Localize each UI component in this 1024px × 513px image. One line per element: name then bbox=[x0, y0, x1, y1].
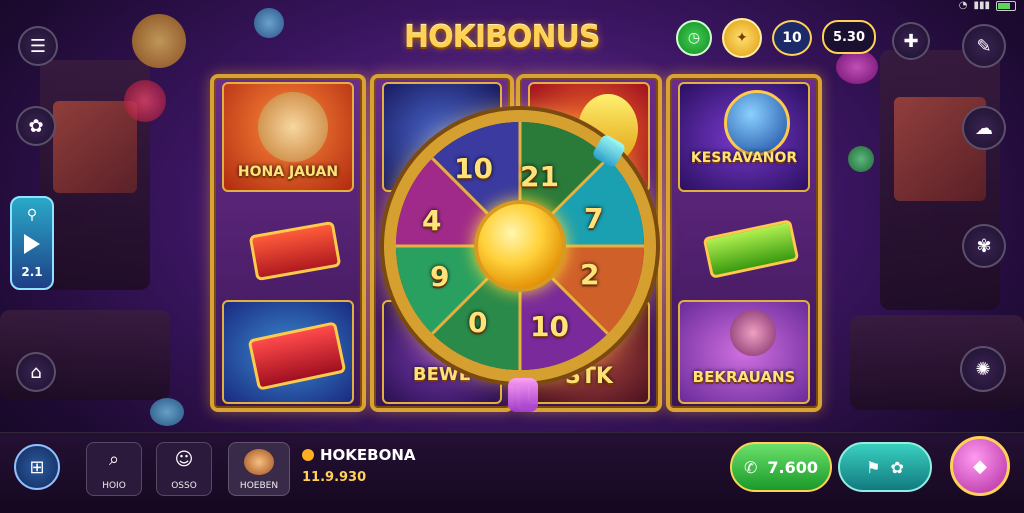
apps-button[interactable]: ✚ bbox=[892, 22, 930, 60]
bokeh-orb bbox=[254, 8, 284, 38]
balance-value: 5.30 bbox=[832, 29, 866, 45]
battery-icon bbox=[996, 0, 1016, 11]
level-value: 10 bbox=[782, 30, 802, 46]
chat-icon: ☁ bbox=[975, 117, 993, 139]
symbol-label: KESRAVANOR bbox=[690, 150, 798, 166]
reel-1: HONA JAUAN bbox=[210, 74, 366, 412]
coin-chip[interactable]: ✦ bbox=[722, 18, 762, 58]
arcade-machine-right bbox=[880, 50, 1000, 310]
options-button[interactable]: ✾ bbox=[962, 224, 1006, 268]
hamster-avatar-icon bbox=[244, 449, 274, 475]
status-bar: ◔ ▮▮▮ bbox=[959, 0, 1016, 11]
bottom-slot-3[interactable]: HOEBEN bbox=[228, 442, 290, 496]
spin-button[interactable]: ◆ bbox=[950, 436, 1010, 496]
player-info: HOKEBONA 11.9.930 bbox=[302, 446, 416, 485]
slot-label: HOEBEN bbox=[239, 481, 279, 491]
wheel-segment-label: 9 bbox=[430, 260, 450, 293]
win-button[interactable]: ✆ 7.600 bbox=[730, 442, 832, 492]
info-icon: ⚲ bbox=[26, 207, 38, 224]
symbol-hamster[interactable]: HONA JAUAN bbox=[222, 82, 354, 192]
grid-icon: ✚ bbox=[903, 30, 919, 52]
bokeh-orb bbox=[836, 50, 878, 84]
chat-bubble-icon: ✆ bbox=[743, 457, 758, 477]
wheel-segment-label: 0 bbox=[468, 306, 488, 339]
symbol-label: HONA JAUAN bbox=[237, 164, 339, 180]
coin-icon: ✦ bbox=[736, 30, 748, 46]
bokeh-orb bbox=[150, 398, 184, 426]
bottom-slot-2[interactable]: ☺ OSSO bbox=[156, 442, 212, 496]
symbol-wizard[interactable]: BEKRAUANS bbox=[678, 300, 810, 404]
gem-icon bbox=[508, 378, 538, 412]
symbol-label: BEKRAUANS bbox=[692, 368, 796, 386]
gear-icon: ✿ bbox=[28, 115, 44, 137]
search-icon: ⌕ bbox=[108, 449, 120, 470]
hamster-face bbox=[258, 92, 328, 162]
slot-label: OSSO bbox=[171, 481, 197, 491]
bottom-slot-1[interactable]: ⌕ HOIO bbox=[86, 442, 142, 496]
player-score: 11.9.930 bbox=[302, 470, 367, 485]
timer-chip[interactable]: ◷ bbox=[676, 20, 712, 56]
splash-icon: ✺ bbox=[975, 358, 991, 380]
play-icon bbox=[24, 233, 40, 254]
wheel-segment-label: 4 bbox=[422, 204, 442, 237]
autoplay-value: 2.1 bbox=[21, 264, 43, 279]
pencil-icon: ✎ bbox=[976, 35, 992, 57]
wizard-face bbox=[730, 310, 776, 356]
wheel-segment-label: 7 bbox=[584, 202, 604, 235]
bokeh-orb bbox=[124, 80, 166, 122]
win-amount: 7.600 bbox=[767, 457, 818, 477]
grid-icon: ⊞ bbox=[29, 456, 45, 478]
wheel-segment-label: 2 bbox=[580, 258, 600, 291]
symbol-ticket-red[interactable] bbox=[222, 200, 354, 292]
menu-icon: ☰ bbox=[29, 35, 47, 57]
flag-icon: ⚑ bbox=[866, 457, 881, 477]
balance-chip[interactable]: 5.30 bbox=[822, 20, 876, 54]
settings-button[interactable]: ✿ bbox=[16, 106, 56, 146]
autoplay-button[interactable]: ⚲ 2.1 bbox=[10, 196, 54, 290]
symbol-ticket-green[interactable] bbox=[678, 200, 810, 292]
coin-icon bbox=[302, 449, 314, 461]
mascot-icon: ☺ bbox=[174, 449, 194, 470]
reel-4: KESRAVANOR BEKRAUANS bbox=[666, 74, 822, 412]
game-logo: HOKIBONUS bbox=[404, 20, 600, 55]
menu-button[interactable]: ☰ bbox=[18, 26, 58, 66]
wheel-segment-label: 10 bbox=[454, 152, 493, 185]
bokeh-orb bbox=[132, 14, 186, 68]
edit-button[interactable]: ✎ bbox=[962, 24, 1006, 68]
gem-icon: ◆ bbox=[973, 455, 987, 477]
home-button[interactable]: ⌂ bbox=[16, 352, 56, 392]
actions-button[interactable]: ⚑ ✿ bbox=[838, 442, 932, 492]
flower-icon: ✾ bbox=[976, 235, 992, 257]
envelope-icon bbox=[247, 321, 347, 391]
ticket-icon bbox=[702, 219, 800, 279]
home-icon: ⌂ bbox=[30, 361, 42, 383]
player-name: HOKEBONA bbox=[320, 446, 416, 464]
wheel-spin-hub[interactable] bbox=[474, 200, 566, 292]
symbol-envelope[interactable] bbox=[222, 300, 354, 404]
clock-icon: ◷ bbox=[687, 30, 701, 46]
ticket-icon bbox=[248, 220, 342, 282]
slot-label: HOIO bbox=[102, 481, 126, 491]
lobby-button[interactable]: ⊞ bbox=[14, 444, 60, 490]
wheel-segment-label: 10 bbox=[530, 310, 569, 343]
level-chip[interactable]: 10 bbox=[772, 20, 812, 56]
orb-icon bbox=[724, 90, 790, 156]
wheel-segment-label: 21 bbox=[520, 160, 559, 193]
wifi-icon: ◔ bbox=[958, 0, 968, 11]
signal-icon: ▮▮▮ bbox=[973, 0, 990, 11]
chat-button[interactable]: ☁ bbox=[962, 106, 1006, 150]
gear-icon: ✿ bbox=[890, 457, 904, 477]
symbol-orb[interactable]: KESRAVANOR bbox=[678, 82, 810, 192]
stats-button[interactable]: ✺ bbox=[960, 346, 1006, 392]
bokeh-orb bbox=[848, 146, 874, 172]
